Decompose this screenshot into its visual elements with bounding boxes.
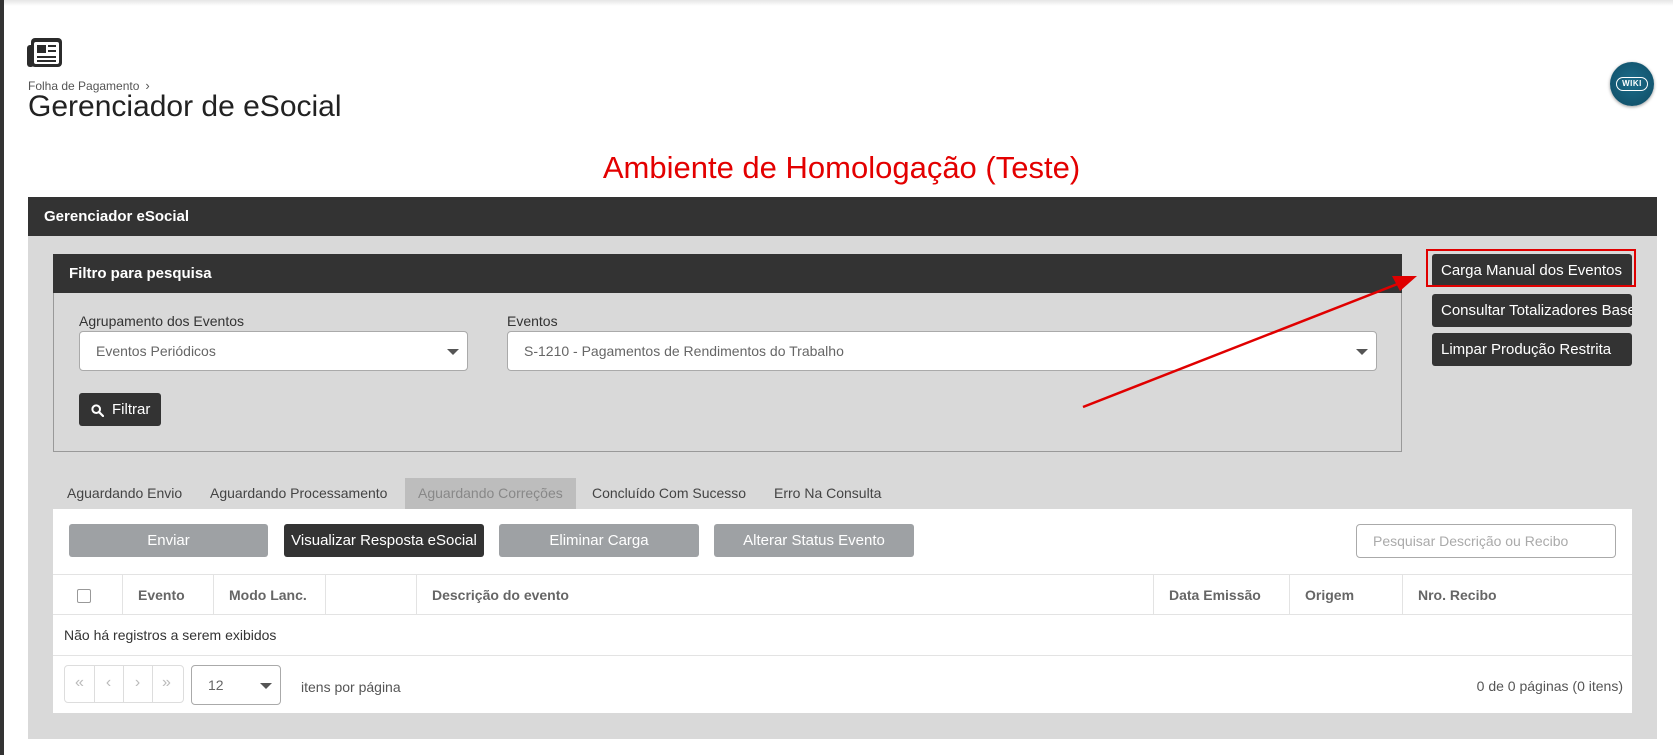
search-icon [91, 403, 104, 417]
environment-banner: Ambiente de Homologação (Teste) [602, 150, 1081, 185]
first-page-icon[interactable]: « [65, 666, 95, 702]
events-select[interactable]: S-1210 - Pagamentos de Rendimentos do Tr… [507, 331, 1377, 371]
column-header[interactable]: Descrição do evento [416, 575, 1153, 615]
panel-title: Gerenciador eSocial [28, 197, 1657, 236]
page-title: Gerenciador de eSocial [28, 90, 342, 123]
events-label: Eventos [507, 313, 558, 329]
column-header[interactable]: Nro. Recibo [1402, 575, 1632, 615]
tab-concluido-com-sucesso[interactable]: Concluído Com Sucesso [592, 478, 746, 509]
consult-totals-button[interactable]: Consultar Totalizadores Base [1432, 294, 1632, 327]
prev-page-icon[interactable]: ‹ [94, 666, 124, 702]
clear-restricted-production-button[interactable]: Limpar Produção Restrita [1432, 333, 1632, 366]
filter-button[interactable]: Filtrar [79, 393, 161, 426]
change-status-button[interactable]: Alterar Status Evento [714, 524, 914, 557]
column-header[interactable]: Origem [1289, 575, 1402, 615]
send-button[interactable]: Enviar [69, 524, 268, 557]
filter-title: Filtro para pesquisa [53, 254, 1402, 293]
highlight-annotation [1426, 249, 1636, 287]
empty-message: Não há registros a serem exibidos [53, 615, 1632, 656]
tab-aguardando-correcoes[interactable]: Aguardando Correções [405, 478, 576, 509]
page-size-value: 12 [208, 677, 224, 693]
newspaper-icon [27, 38, 62, 67]
delete-load-button[interactable]: Eliminar Carga [499, 524, 699, 557]
caret-down-icon [447, 349, 459, 355]
caret-down-icon [1356, 349, 1368, 355]
tab-aguardando-envio[interactable]: Aguardando Envio [67, 478, 182, 509]
per-page-label: itens por página [301, 679, 401, 695]
tab-erro-na-consulta[interactable]: Erro Na Consulta [774, 478, 881, 509]
filter-body [53, 293, 1402, 452]
page-info: 0 de 0 páginas (0 itens) [1476, 678, 1623, 694]
wiki-button[interactable]: WIKI [1610, 62, 1654, 106]
column-header[interactable]: Data Emissão [1153, 575, 1289, 615]
wiki-label: WIKI [1616, 77, 1648, 91]
view-response-button[interactable]: Visualizar Resposta eSocial [284, 524, 484, 557]
tab-aguardando-processamento[interactable]: Aguardando Processamento [210, 478, 387, 509]
group-select[interactable]: Eventos Periódicos [79, 331, 468, 371]
column-header[interactable]: Modo Lanc. [213, 575, 325, 615]
select-all-cell [53, 575, 122, 615]
select-all-checkbox[interactable] [77, 589, 91, 603]
column-header[interactable]: Evento [122, 575, 213, 615]
top-shadow [4, 0, 1673, 6]
next-page-icon[interactable]: › [123, 666, 153, 702]
last-page-icon[interactable]: » [152, 666, 181, 702]
window-left-border [0, 0, 4, 755]
table-header: Evento Modo Lanc. Descrição do evento Da… [53, 574, 1632, 615]
pagination-controls: « ‹ › » [64, 665, 184, 703]
events-select-value: S-1210 - Pagamentos de Rendimentos do Tr… [524, 343, 844, 359]
group-label: Agrupamento dos Eventos [79, 313, 244, 329]
group-select-value: Eventos Periódicos [96, 343, 216, 359]
column-header [325, 575, 416, 615]
page-size-select[interactable]: 12 [191, 665, 281, 705]
search-input[interactable]: Pesquisar Descrição ou Recibo [1356, 524, 1616, 558]
caret-down-icon [260, 683, 272, 689]
filter-button-label: Filtrar [112, 401, 151, 418]
